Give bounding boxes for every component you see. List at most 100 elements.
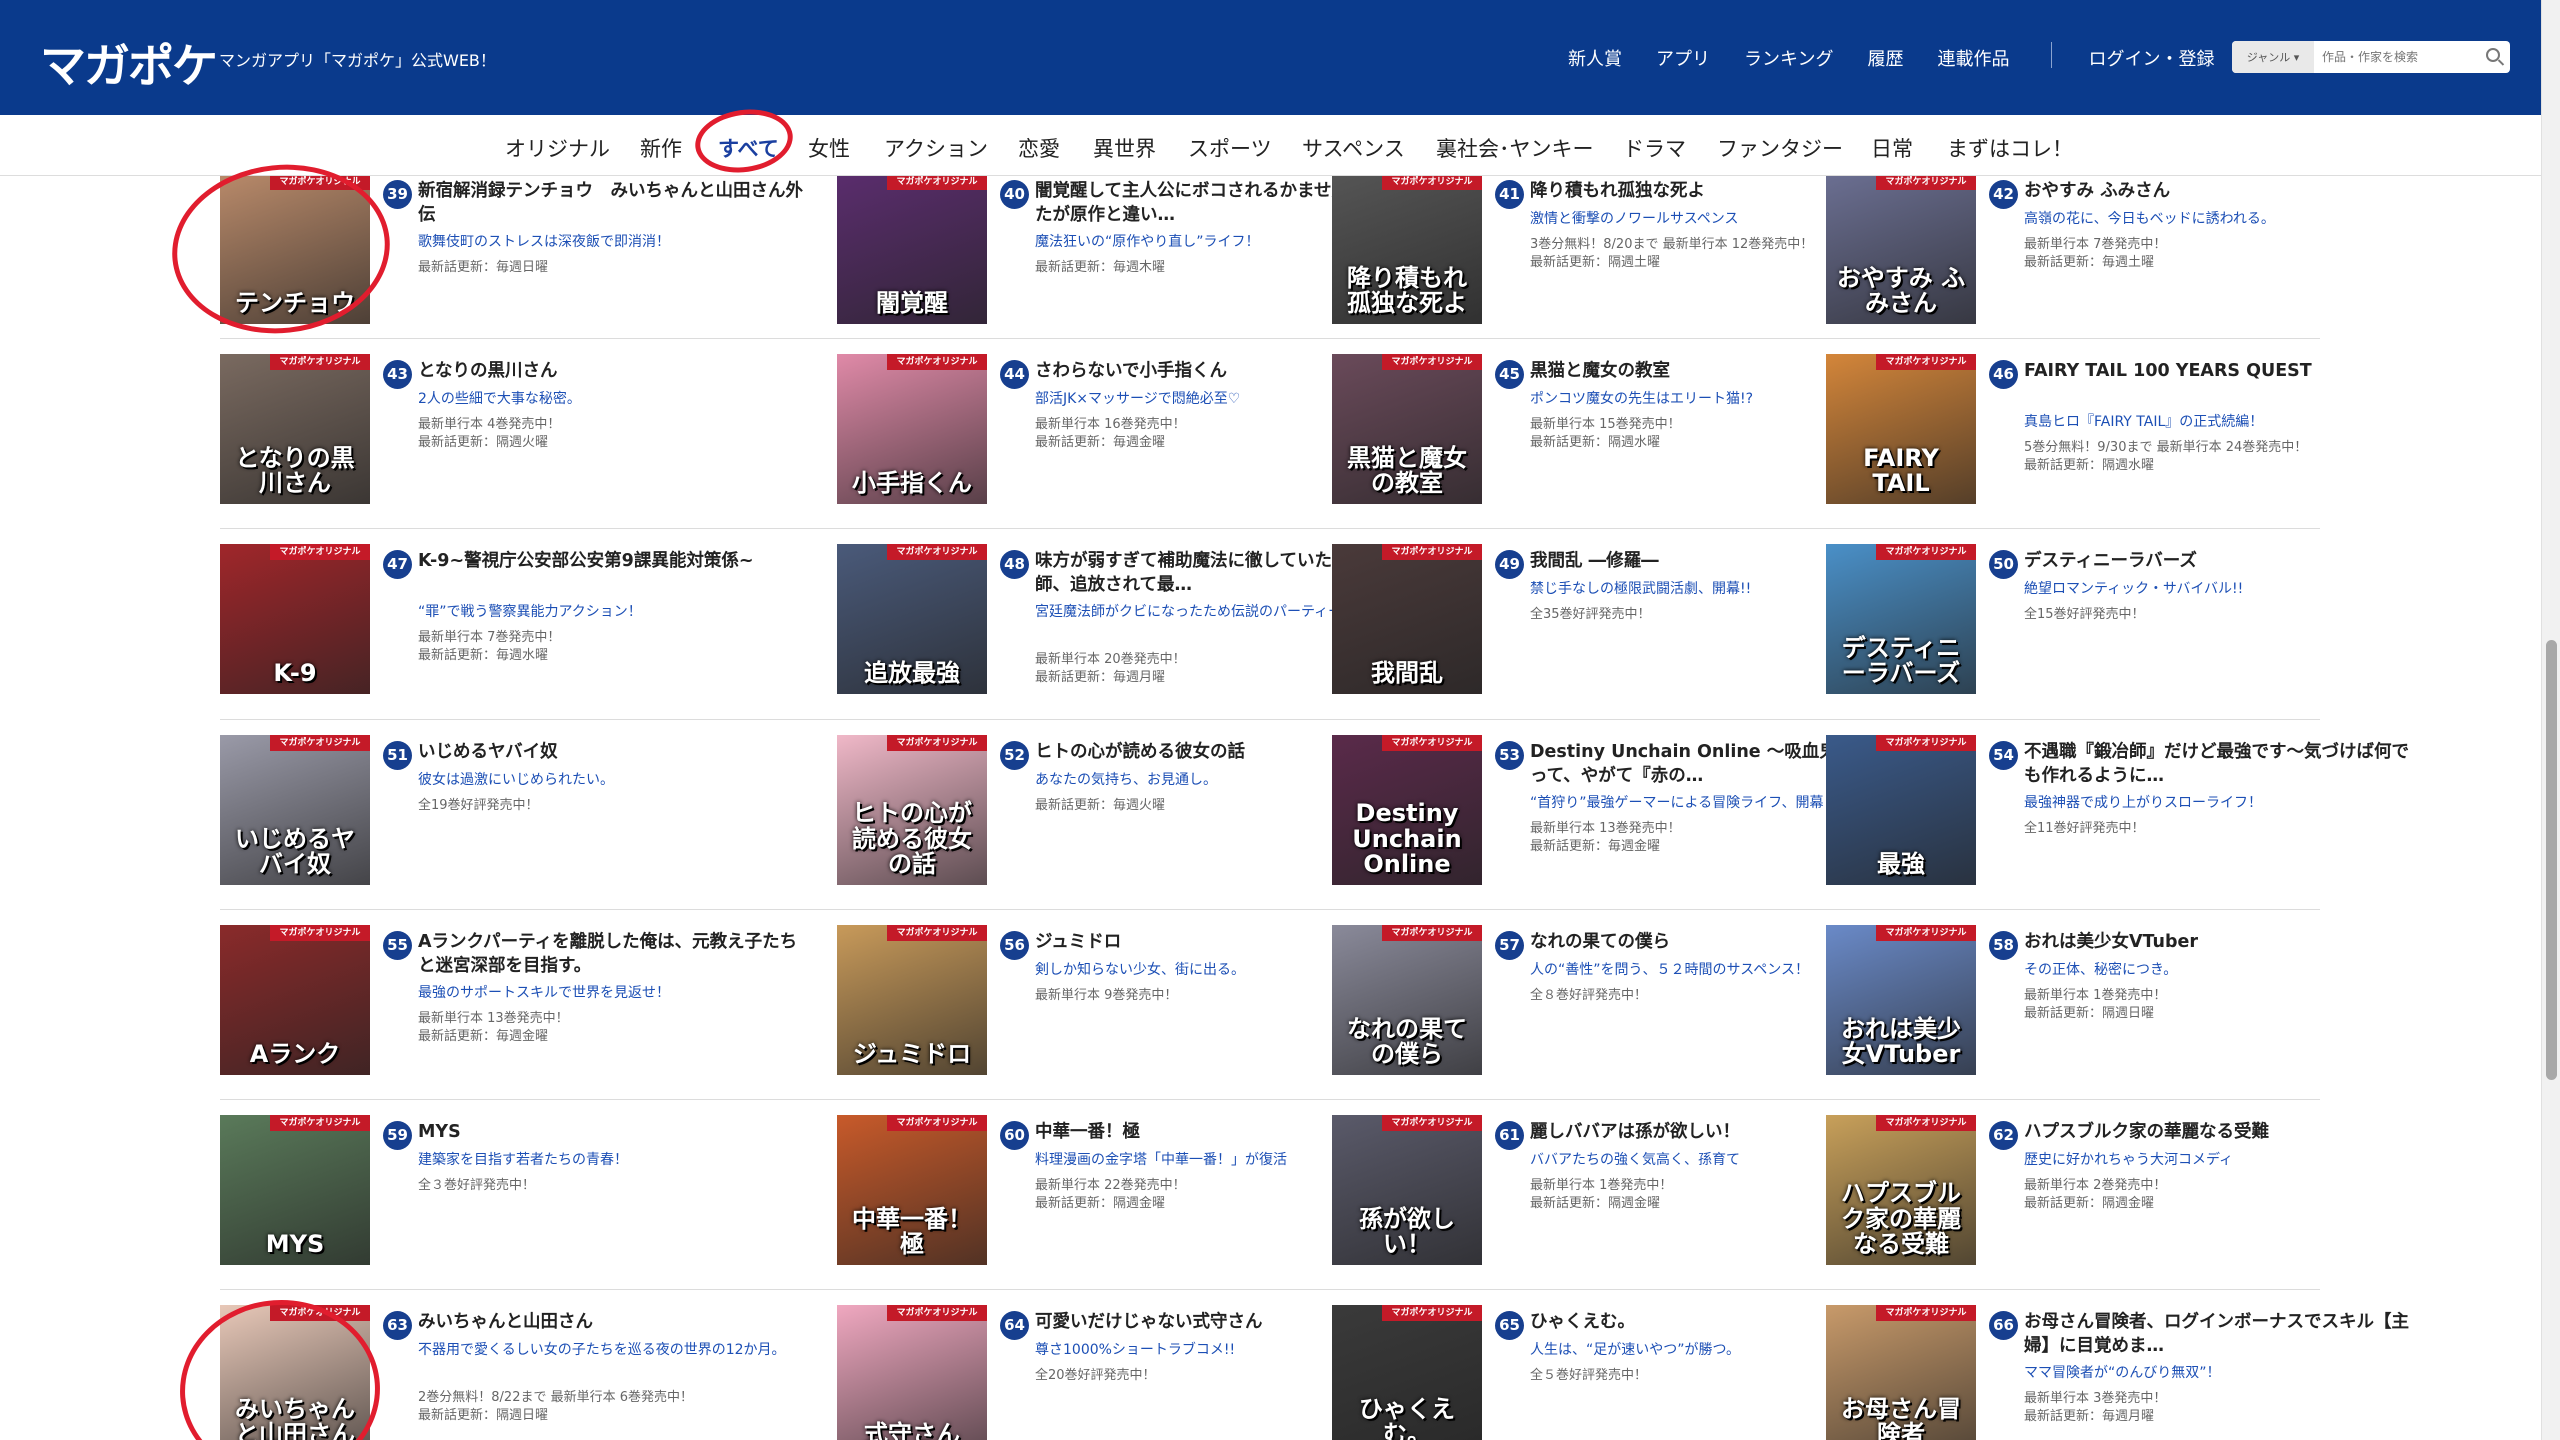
comic-thumbnail[interactable]: マガポケオリジナル 降り積もれ孤独な死よ	[1332, 176, 1482, 324]
nav-divider	[2051, 42, 2053, 68]
comic-item[interactable]: マガポケオリジナル ひゃくえむ。 65 ひゃくえむ。 人生は、“足が速いやつ”が勝つ。全…	[1332, 1305, 1812, 1440]
comic-thumbnail[interactable]: マガポケオリジナル 黒猫と魔女の教室	[1332, 354, 1482, 504]
tab-action[interactable]: アクション	[884, 133, 988, 163]
comic-thumbnail[interactable]: マガポケオリジナル となりの黒川さん	[220, 354, 370, 504]
search-input[interactable]	[2314, 50, 2510, 64]
comic-title[interactable]: 不遇職『鍛冶師』だけど最強です〜気づけば何でも作れるように…	[2024, 741, 2414, 788]
comic-item[interactable]: マガポケオリジナル Destiny Unchain Online 53 Destiny…	[1332, 735, 1906, 895]
nav-shinjinsho[interactable]: 新人賞	[1568, 45, 1622, 71]
comic-title[interactable]: K-9~警視庁公安部公安第9課異能対策係~	[418, 550, 808, 574]
comic-item[interactable]: マガポケオリジナル いじめるヤバイ奴 51 いじめるヤバイ奴 彼女は過激にいじめられたい…	[220, 735, 700, 895]
comic-title[interactable]: ハプスブルク家の華麗なる受難	[2024, 1121, 2414, 1145]
comic-thumbnail[interactable]: マガポケオリジナル 闇覚醒	[837, 176, 987, 324]
login-link[interactable]: ログイン・登録	[2088, 45, 2214, 71]
comic-thumbnail[interactable]: マガポケオリジナル Destiny Unchain Online	[1332, 735, 1482, 885]
comic-title[interactable]: おやすみ ふみさん	[2024, 180, 2414, 204]
comic-thumbnail[interactable]: マガポケオリジナル K-9	[220, 544, 370, 694]
comic-thumbnail[interactable]: マガポケオリジナル式守さん	[837, 1305, 987, 1440]
comic-thumbnail[interactable]: マガポケオリジナル Aランク	[220, 925, 370, 1075]
comic-item[interactable]: マガポケオリジナル となりの黒川さん 43 となりの黒川さん 2人の些細で大事な秘密。最…	[220, 354, 700, 514]
comic-thumbnail[interactable]: マガポケオリジナル おれは美少女VTuber	[1826, 925, 1976, 1075]
comic-item[interactable]: マガポケオリジナル 我間乱 49 我間乱 ―修羅― 禁じ手なしの極限武闘活劇、開幕!! 全…	[1332, 544, 1812, 704]
comic-item[interactable]: マガポケオリジナル おやすみ ふみさん 42 おやすみ ふみさん 高嶺の花に、今日もベッ…	[1826, 176, 2306, 334]
comic-title[interactable]: みいちゃんと山田さん	[418, 1311, 808, 1335]
nav-history[interactable]: 履歴	[1867, 45, 1903, 71]
comic-item[interactable]: マガポケオリジナル ジュミドロ 56 ジュミドロ 剣しか知らない少女、街に出る。 最新単行…	[837, 925, 1317, 1085]
comic-thumbnail[interactable]: マガポケオリジナル おやすみ ふみさん	[1826, 176, 1976, 324]
comic-item[interactable]: マガポケオリジナル K-9 47 K-9~警視庁公安部公安第9課異能対策係~ “罪”で戦…	[220, 544, 753, 704]
tab-suspense[interactable]: サスペンス	[1302, 133, 1405, 163]
comic-item[interactable]: マガポケオリジナル ヒトの心が読める彼女の話 52 ヒトの心が読める彼女の話 あなたの気…	[837, 735, 1317, 895]
tab-female[interactable]: 女性	[808, 133, 850, 163]
rank-badge: 48	[1000, 550, 1029, 579]
comic-item[interactable]: マガポケオリジナル おれは美少女VTuber 58 おれは美少女VTuber その正体、…	[1826, 925, 2306, 1085]
comic-thumbnail[interactable]: マガポケオリジナル いじめるヤバイ奴	[220, 735, 370, 885]
comic-item[interactable]: マガポケオリジナル ハプスブルク家の華麗なる受難 62 ハプスブルク家の華麗なる受難 歴…	[1826, 1115, 2306, 1275]
site-logo[interactable]: マガポケ	[40, 30, 218, 96]
page-scrollbar[interactable]	[2541, 0, 2560, 1440]
comic-thumbnail[interactable]: マガポケオリジナル デスティニーラバーズ	[1826, 544, 1976, 694]
comic-title[interactable]: となりの黒川さん	[418, 360, 808, 384]
comic-item[interactable]: マガポケオリジナル 黒猫と魔女の教室 45 黒猫と魔女の教室 ポンコツ魔女の先生はエリー…	[1332, 354, 1812, 514]
tab-fantasy[interactable]: ファンタジー	[1717, 133, 1843, 163]
comic-thumbnail[interactable]: マガポケオリジナル MYS	[220, 1115, 370, 1265]
comic-thumbnail[interactable]: マガポケオリジナル お母さん冒険者	[1826, 1305, 1976, 1440]
comic-item[interactable]: マガポケオリジナル FAIRY TAIL 46 FAIRY TAIL 100 YEAR…	[1826, 354, 2312, 514]
comic-thumbnail[interactable]: マガポケオリジナル 我間乱	[1332, 544, 1482, 694]
comic-title[interactable]: おれは美少女VTuber	[2024, 931, 2414, 955]
comic-title[interactable]: お母さん冒険者、ログインボーナスでスキル【主婦】に目覚めま…	[2024, 1311, 2414, 1358]
comic-description: その正体、秘密につき。	[2024, 962, 2178, 978]
comic-item[interactable]: マガポケオリジナル 降り積もれ孤独な死よ 41 降り積もれ孤独な死よ 激情と衝撃のノワー…	[1332, 176, 1813, 334]
search-icon[interactable]	[2486, 48, 2500, 62]
comic-thumbnail[interactable]: マガポケオリジナル 最強	[1826, 735, 1976, 885]
tab-isekai[interactable]: 異世界	[1093, 133, 1156, 163]
comic-thumbnail[interactable]: マガポケオリジナル ハプスブルク家の華麗なる受難	[1826, 1115, 1976, 1265]
comic-thumbnail[interactable]: マガポケオリジナル FAIRY TAIL	[1826, 354, 1976, 504]
comic-item[interactable]: マガポケオリジナル お母さん冒険者 66 お母さん冒険者、ログインボーナスでスキル【主…	[1826, 1305, 2409, 1440]
comic-item[interactable]: マガポケオリジナル Aランク 55 Aランクパーティを離脱した俺は、元教え子たちと迷宮…	[220, 925, 797, 1085]
thumbnail-title: 式守さん	[864, 1419, 960, 1440]
comic-thumbnail[interactable]: マガポケオリジナル 小手指くん	[837, 354, 987, 504]
scrollbar-thumb[interactable]	[2546, 640, 2557, 1080]
comic-item[interactable]: マガポケオリジナル デスティニーラバーズ 50 デスティニーラバーズ 絶望ロマンティック…	[1826, 544, 2306, 704]
thumbnail-title: K-9	[273, 658, 317, 687]
comic-item[interactable]: マガポケオリジナル 式守さん 64 可愛いだけじゃない式守さん 尊さ1000%ショートラ…	[837, 1305, 1317, 1440]
tab-drama[interactable]: ドラマ	[1623, 133, 1686, 163]
comic-grid: マガポケオリジナル テンチョウ 39 新宿解消録テンチョウ みいちゃんと山田さん外伝歌…	[0, 176, 2541, 1440]
comic-item[interactable]: マガポケオリジナル 孫が欲しい！ 61 麗しババアは孫が欲しい！ ババアたちの強く気高く…	[1332, 1115, 1812, 1275]
comic-thumbnail[interactable]: マガポケオリジナル 中華一番！極	[837, 1115, 987, 1265]
comic-title[interactable]: Aランクパーティを離脱した俺は、元教え子たちと迷宮深部を目指す。	[418, 931, 808, 978]
comic-title[interactable]: 新宿解消録テンチョウ みいちゃんと山田さん外伝	[418, 180, 808, 227]
tab-original[interactable]: オリジナル	[505, 133, 610, 163]
comic-item[interactable]: マガポケオリジナル なれの果ての僕ら 57 なれの果ての僕ら 人の“善性”を問う、５２時…	[1332, 925, 1812, 1085]
comic-thumbnail[interactable]: マガポケオリジナル 孫が欲しい！	[1332, 1115, 1482, 1265]
tab-sports[interactable]: スポーツ	[1188, 133, 1272, 163]
rank-badge: 60	[1000, 1121, 1029, 1150]
comic-thumbnail[interactable]: マガポケオリジナル ヒトの心が読める彼女の話	[837, 735, 987, 885]
thumbnail-title: 最強	[1877, 849, 1925, 878]
comic-item[interactable]: マガポケオリジナル MYS 59 MYS 建築家を目指す若者たちの青春！ 全３巻好評発売中…	[220, 1115, 700, 1275]
comic-title[interactable]: デスティニーラバーズ	[2024, 550, 2414, 574]
tab-new[interactable]: 新作	[640, 133, 682, 163]
tab-first[interactable]: まずはコレ！	[1947, 133, 2073, 163]
comic-item[interactable]: マガポケオリジナル 小手指くん 44 さわらないで小手指くん 部活JK×マッサージで悶絶…	[837, 354, 1317, 514]
comic-thumbnail[interactable]: マガポケオリジナル なれの果ての僕ら	[1332, 925, 1482, 1075]
tab-underworld[interactable]: 裏社会･ヤンキー	[1436, 133, 1594, 163]
nav-ranking[interactable]: ランキング	[1744, 45, 1833, 71]
tab-romance[interactable]: 恋愛	[1018, 133, 1060, 163]
comic-item[interactable]: マガポケオリジナル 追放最強 48 味方が弱すぎて補助魔法に徹していた宮廷魔法師、追放…	[837, 544, 1402, 704]
comic-title[interactable]: FAIRY TAIL 100 YEARS QUEST	[2024, 360, 2414, 384]
nav-serial[interactable]: 連載作品	[1937, 45, 2009, 71]
comic-thumbnail[interactable]: マガポケオリジナル ひゃくえむ。	[1332, 1305, 1482, 1440]
genre-select[interactable]: ジャンル ▾	[2232, 41, 2314, 73]
comic-item[interactable]: マガポケオリジナル 最強 54 不遇職『鍛冶師』だけど最強です〜気づけば何でも作れるよ…	[1826, 735, 2409, 895]
comic-item[interactable]: マガポケオリジナル 闇覚醒 40 闇覚醒して主人公にボコされるかませ犬に憑依したが原作…	[837, 176, 1419, 334]
comic-title[interactable]: いじめるヤバイ奴	[418, 741, 808, 765]
tab-daily[interactable]: 日常	[1871, 133, 1913, 163]
comic-thumbnail[interactable]: マガポケオリジナル ジュミドロ	[837, 925, 987, 1075]
nav-app[interactable]: アプリ	[1656, 45, 1710, 71]
comic-thumbnail[interactable]: マガポケオリジナル 追放最強	[837, 544, 987, 694]
comic-item[interactable]: マガポケオリジナル 中華一番！極 60 中華一番！極 料理漫画の金字塔「中華一番！」が復…	[837, 1115, 1317, 1275]
original-band: マガポケオリジナル	[887, 1305, 987, 1321]
comic-title[interactable]: MYS	[418, 1121, 808, 1145]
